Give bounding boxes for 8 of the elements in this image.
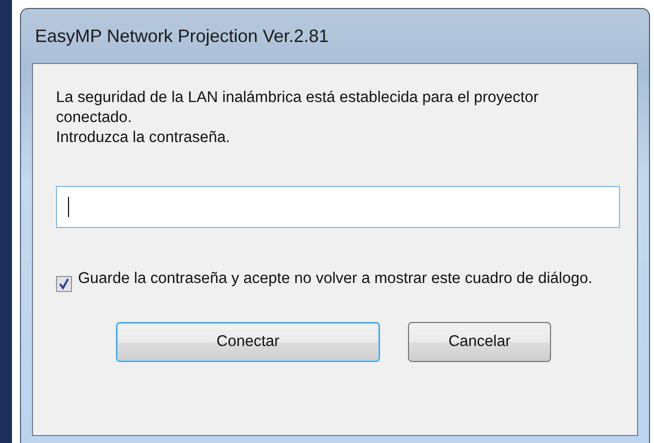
message-text: La seguridad de la LAN inalámbrica está establecida para el proyector conectado. (56, 88, 540, 128)
remember-checkbox[interactable] (56, 276, 72, 292)
window-title: EasyMP Network Projection Ver.2.81 (34, 24, 330, 48)
remember-label: Guarde la contraseña y acepte no volver a mostrar este cuadro de diálogo. (78, 269, 594, 289)
password-field[interactable] (56, 186, 620, 228)
connect-button[interactable]: Conectar (116, 322, 380, 362)
cancel-button[interactable]: Cancelar (408, 322, 551, 362)
message-text: Introduzca la contraseña. (56, 128, 232, 148)
